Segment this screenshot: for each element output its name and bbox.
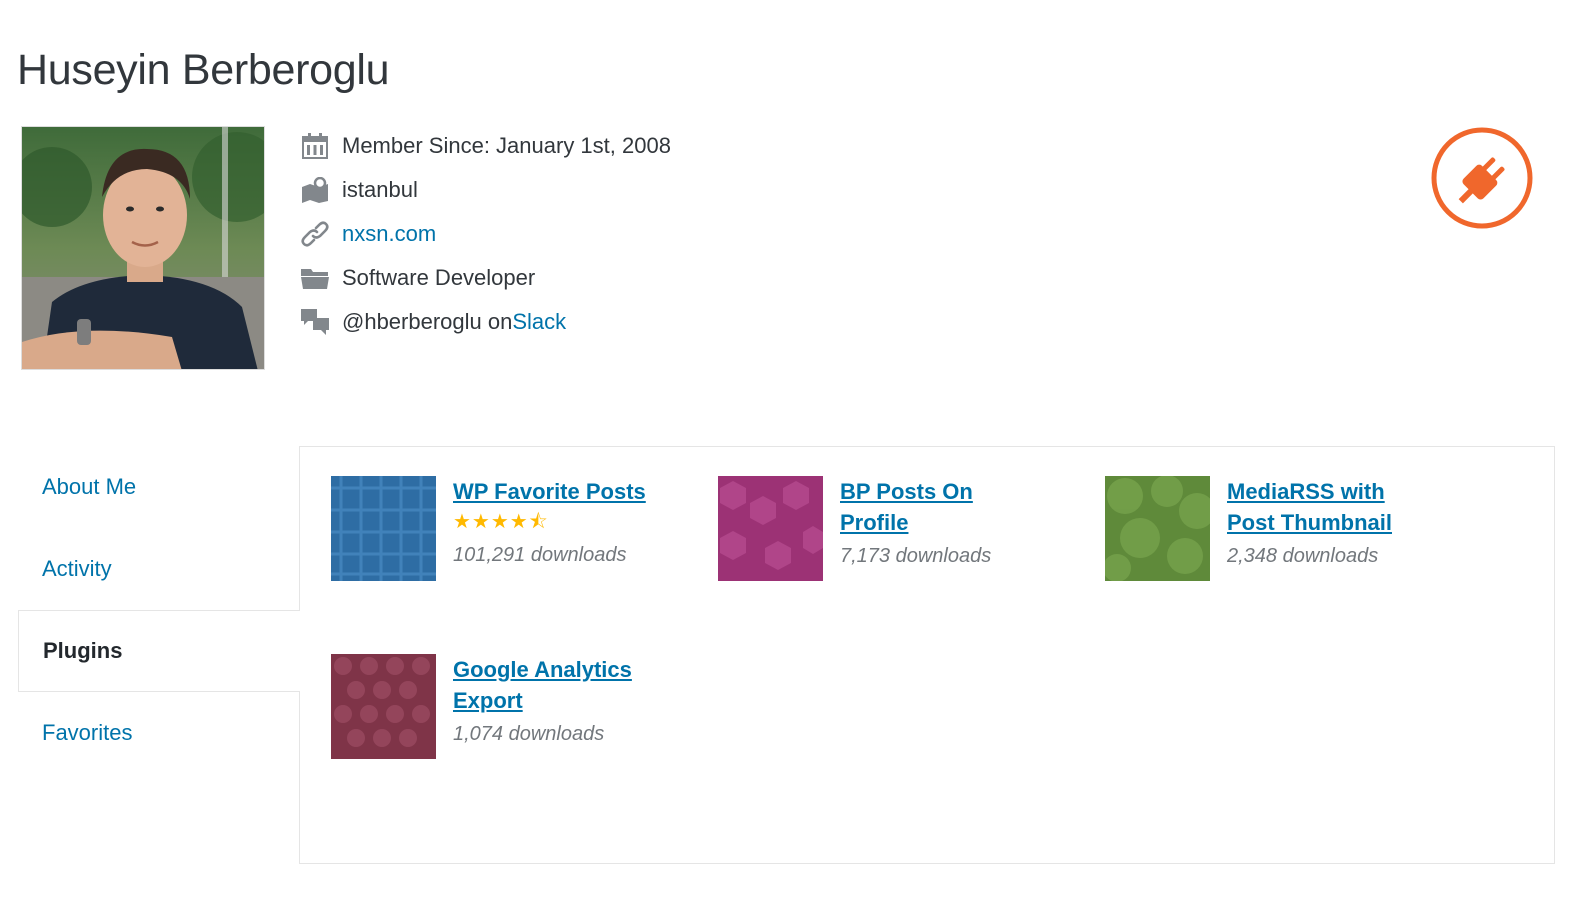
calendar-icon [300, 131, 330, 161]
website-row: nxsn.com [300, 212, 671, 256]
plugin-developer-badge-icon [1430, 126, 1534, 230]
job-row: Software Developer [300, 256, 671, 300]
avatar [21, 126, 265, 370]
slack-row: @hberberoglu on Slack [300, 300, 671, 344]
profile-name: Huseyin Berberoglu [17, 46, 390, 94]
website-link[interactable]: nxsn.com [342, 221, 436, 247]
profile-page: Huseyin Berberoglu Member Since: January… [0, 0, 1582, 900]
location-row: istanbul [300, 168, 671, 212]
folder-icon [300, 263, 330, 293]
plugin-downloads: 1,074 downloads [453, 723, 605, 745]
plugin-thumbnail[interactable] [331, 476, 436, 581]
profile-meta: Member Since: January 1st, 2008 istanbul… [300, 124, 671, 344]
slack-link[interactable]: Slack [512, 309, 566, 335]
plugin-downloads: 2,348 downloads [1227, 545, 1379, 567]
plugin-thumbnail[interactable] [1105, 476, 1210, 581]
tab-plugins[interactable]: Plugins [18, 610, 300, 692]
profile-tabs: About Me Activity Plugins Favorites [18, 446, 300, 774]
plugin-card: BP Posts On Profile 7,173 downloads [718, 476, 1040, 581]
plugin-title[interactable]: Google Analytics Export [453, 654, 653, 716]
link-icon [300, 219, 330, 249]
plugins-panel: WP Favorite Posts ★★★★⯪ 101,291 download… [299, 446, 1555, 864]
plugin-downloads: 101,291 downloads [453, 544, 627, 566]
plugin-downloads: 7,173 downloads [840, 545, 992, 567]
tab-activity[interactable]: Activity [18, 528, 298, 610]
tab-favorites[interactable]: Favorites [18, 692, 298, 774]
member-since-text: Member Since: January 1st, 2008 [342, 133, 671, 158]
plugin-card: Google Analytics Export 1,074 downloads [331, 654, 653, 759]
plugin-title[interactable]: WP Favorite Posts [453, 476, 683, 507]
plugin-thumbnail[interactable] [331, 654, 436, 759]
location-map-icon [300, 175, 330, 205]
slack-handle-text: @hberberoglu on [342, 309, 513, 334]
chat-bubbles-icon [300, 307, 330, 337]
location-text: istanbul [342, 177, 418, 202]
member-since-row: Member Since: January 1st, 2008 [300, 124, 671, 168]
plugin-title[interactable]: MediaRSS with Post Thumbnail [1227, 476, 1427, 538]
plugin-card: WP Favorite Posts ★★★★⯪ 101,291 download… [331, 476, 683, 581]
plugin-card: MediaRSS with Post Thumbnail 2,348 downl… [1105, 476, 1427, 581]
job-text: Software Developer [342, 265, 536, 290]
tab-about-me[interactable]: About Me [18, 446, 298, 528]
plugin-title[interactable]: BP Posts On Profile [840, 476, 1040, 538]
star-rating: ★★★★⯪ [453, 511, 549, 533]
plugin-thumbnail[interactable] [718, 476, 823, 581]
